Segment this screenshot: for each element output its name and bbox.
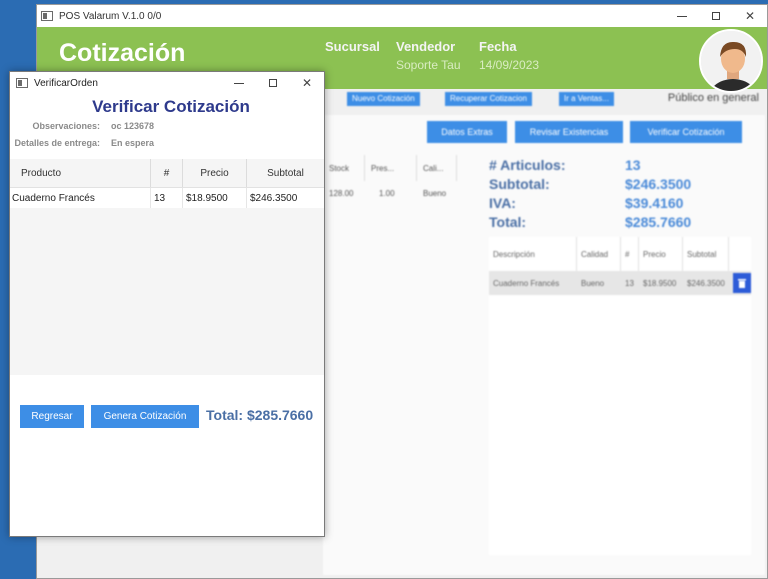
table-cell: $246.3500 [687,278,725,288]
table-row[interactable]: Cuaderno Francés 13 $18.9500 $246.3500 [10,188,324,208]
regresar-button[interactable]: Regresar [20,405,84,428]
table-cell: Cuaderno Francés [10,188,151,208]
trash-icon [738,279,746,288]
stock-table: Stock Pres... Cali... 128.00 1.00 Bueno [329,155,457,205]
vendedor-value: Soporte Tau [396,58,461,72]
observaciones-label: Observaciones: [32,121,100,131]
subtotal-label: Subtotal: [489,175,550,192]
fecha-value: 14/09/2023 [479,58,540,72]
fecha-label: Fecha [479,39,517,54]
vendedor-block: Vendedor Soporte Tau [396,39,461,72]
close-icon[interactable]: ✕ [290,72,324,94]
observaciones-row: Observaciones: oc 123678 [10,121,154,131]
dialog-title: VerificarOrden [34,77,98,89]
table-cell: $18.9500 [643,278,677,288]
maximize-icon[interactable] [699,5,733,27]
qty-col-header: # [151,159,183,187]
dialog-total: Total: $285.7660 [206,407,314,423]
genera-cotizacion-button[interactable]: Genera Cotización [91,405,199,428]
main-titlebar: POS Valarum V.1.0 0/0 ✕ [37,5,767,27]
pres-col-header: Pres... [365,155,417,181]
subtotal-col-header: Subtotal [683,237,729,271]
minimize-icon[interactable] [665,5,699,27]
table-cell: $18.9500 [183,188,247,208]
delete-row-button[interactable] [733,273,751,293]
table-row[interactable]: Cuaderno Francés Bueno 13 $18.9500 $246.… [489,271,751,295]
table-cell: 13 [625,278,634,288]
articulos-label: # Articulos: [489,156,566,173]
totals-panel: # Articulos: 13 Subtotal: $246.3500 IVA: $3… [489,155,691,231]
main-content: Datos Extras Revisar Existencias Verific… [323,115,765,575]
detalles-entrega-label: Detalles de entrega: [14,138,100,148]
verificar-orden-dialog: VerificarOrden ✕ Verificar Cotización Ob… [9,71,325,537]
dialog-window-icon [16,78,28,88]
vendedor-label: Vendedor [396,39,456,54]
subtotal-value: $246.3500 [625,175,692,192]
datos-extras-button[interactable]: Datos Extras [427,121,507,143]
precio-col-header: Precio [639,237,683,271]
table-cell: 128.00 [329,188,354,198]
calidad-col-header: Cali... [417,155,457,181]
recuperar-cotizacion-button[interactable]: Recuperar Cotizacion [445,92,532,106]
fecha-block: Fecha 14/09/2023 [479,39,539,72]
detalles-entrega-value: En espera [111,138,155,148]
sucursal-block: Sucursal [325,39,380,54]
app-window-icon [41,11,53,21]
producto-col-header: Producto [10,159,151,187]
close-icon[interactable]: ✕ [733,5,767,27]
page-title: Cotización [59,39,186,67]
subtotal-col-header: Subtotal [267,167,304,179]
precio-col-header: Precio [183,159,247,187]
order-table: Producto # Precio Subtotal Cuaderno Fran… [10,159,324,375]
stock-col-header: Stock [329,155,365,181]
ir-a-ventas-button[interactable]: Ir a Ventas... [559,92,614,106]
main-window-controls: ✕ [665,5,767,27]
dialog-window-controls: ✕ [222,72,324,94]
iva-label: IVA: [489,194,516,211]
maximize-icon[interactable] [256,72,290,94]
descripcion-col-header: Descripción [489,237,577,271]
table-cell: Cuaderno Francés [493,278,560,288]
order-table-header: Producto # Precio Subtotal [10,159,324,188]
dialog-titlebar: VerificarOrden ✕ [10,72,324,94]
nueva-cotizacion-button[interactable]: Nuevo Cotización [347,92,420,106]
articulos-value: 13 [625,156,641,173]
qty-col-header: # [621,237,639,271]
table-row[interactable]: 128.00 1.00 Bueno [329,181,457,205]
total-value: $285.7660 [625,213,692,230]
table-cell: 1.00 [379,188,395,198]
observaciones-value: oc 123678 [111,121,155,131]
detail-table: Descripción Calidad # Precio Subtotal Cu… [489,237,751,555]
cliente-label[interactable]: Público en general [668,92,759,104]
main-window-title: POS Valarum V.1.0 0/0 [59,10,162,22]
detalles-entrega-row: Detalles de entrega: En espera [10,138,154,148]
avatar[interactable] [699,29,763,93]
calidad-col-header: Calidad [577,237,621,271]
dialog-body: Verificar Cotización Observaciones: oc 1… [10,94,324,536]
iva-value: $39.4160 [625,194,684,211]
table-cell: 13 [151,188,183,208]
dialog-heading: Verificar Cotización [92,97,250,116]
table-cell: $246.3500 [250,192,298,204]
minimize-icon[interactable] [222,72,256,94]
total-label: Total: [489,213,527,230]
revisar-existencias-button[interactable]: Revisar Existencias [515,121,623,143]
verificar-cotizacion-button[interactable]: Verificar Cotización [630,121,742,143]
table-cell: Bueno [423,188,447,198]
sucursal-label: Sucursal [325,39,380,54]
table-cell: Bueno [581,278,605,288]
